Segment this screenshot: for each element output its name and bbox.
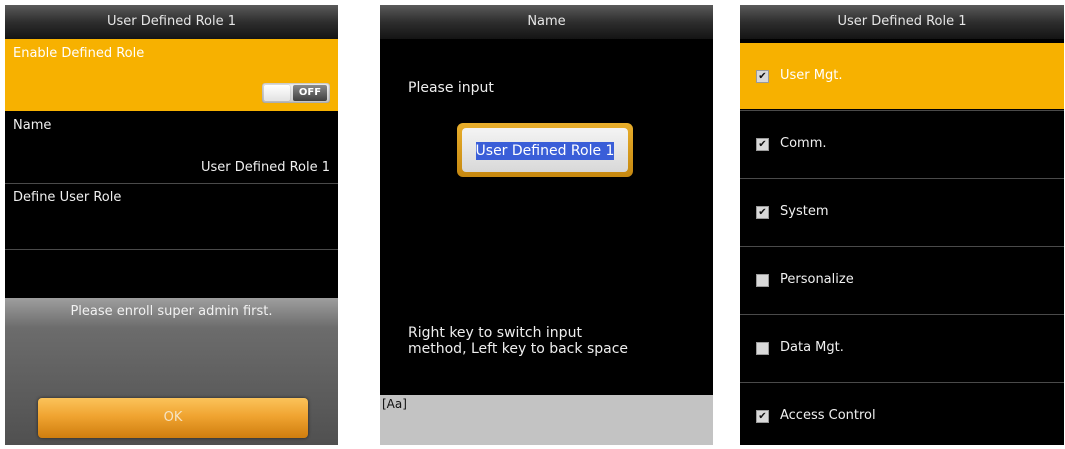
name-input-field[interactable]: User Defined Role 1 (457, 123, 633, 177)
alert-dialog: Please enroll super admin first. OK (5, 298, 338, 445)
toggle-knob (264, 85, 290, 101)
permission-item[interactable]: ✔ System (740, 179, 1064, 245)
permission-label: Access Control (780, 408, 876, 423)
enable-role-toggle[interactable]: OFF (262, 83, 330, 103)
name-row[interactable]: Name User Defined Role 1 (5, 111, 338, 183)
name-input-inner: User Defined Role 1 (462, 128, 628, 172)
checked-checkbox-icon[interactable]: ✔ (756, 206, 769, 219)
unchecked-checkbox-icon[interactable] (756, 342, 769, 355)
enable-defined-role-row[interactable]: Enable Defined Role OFF (5, 39, 338, 111)
permission-label: User Mgt. (780, 68, 843, 83)
screen-title: Name (380, 5, 713, 39)
define-user-role-row[interactable]: Define User Role (5, 183, 338, 249)
hint-line-1: Right key to switch input (408, 325, 582, 341)
name-value: User Defined Role 1 (201, 160, 330, 175)
ok-button[interactable]: OK (38, 398, 308, 438)
permission-label: Personalize (780, 272, 854, 287)
permission-item[interactable]: ✔ User Mgt. (740, 43, 1064, 109)
permission-label: Comm. (780, 136, 827, 151)
name-input-screen: Name Please input User Defined Role 1 Ri… (380, 5, 713, 445)
permission-item[interactable]: ✔ Comm. (740, 111, 1064, 177)
input-hint: Right key to switch input method, Left k… (408, 325, 628, 357)
checked-checkbox-icon[interactable]: ✔ (756, 138, 769, 151)
permission-item[interactable]: Personalize (740, 247, 1064, 313)
dialog-message: Please enroll super admin first. (70, 304, 273, 319)
screen-title: User Defined Role 1 (5, 5, 338, 39)
checked-checkbox-icon[interactable]: ✔ (756, 410, 769, 423)
input-prompt: Please input (408, 80, 494, 96)
hint-line-2: method, Left key to back space (408, 341, 629, 357)
role-permissions-screen: User Defined Role 1 ✔ User Mgt. ✔ Comm. ✔ Sys… (740, 5, 1064, 445)
enable-defined-role-label: Enable Defined Role (13, 46, 145, 61)
screen-title: User Defined Role 1 (740, 5, 1064, 39)
permission-item[interactable]: ✔ Access Control (740, 383, 1064, 445)
toggle-state-label: OFF (293, 85, 327, 101)
input-method-bar: [Aa] (380, 395, 713, 445)
permission-item[interactable]: Data Mgt. (740, 315, 1064, 381)
input-method-indicator: [Aa] (382, 397, 407, 411)
name-label: Name (13, 118, 52, 133)
selected-input-text: User Defined Role 1 (475, 142, 615, 160)
unchecked-checkbox-icon[interactable] (756, 274, 769, 287)
checked-checkbox-icon[interactable]: ✔ (756, 70, 769, 83)
permission-label: System (780, 204, 829, 219)
row-divider (5, 249, 338, 250)
permission-label: Data Mgt. (780, 340, 844, 355)
define-user-role-label: Define User Role (13, 190, 122, 205)
role-settings-screen: User Defined Role 1 Enable Defined Role … (5, 5, 338, 445)
